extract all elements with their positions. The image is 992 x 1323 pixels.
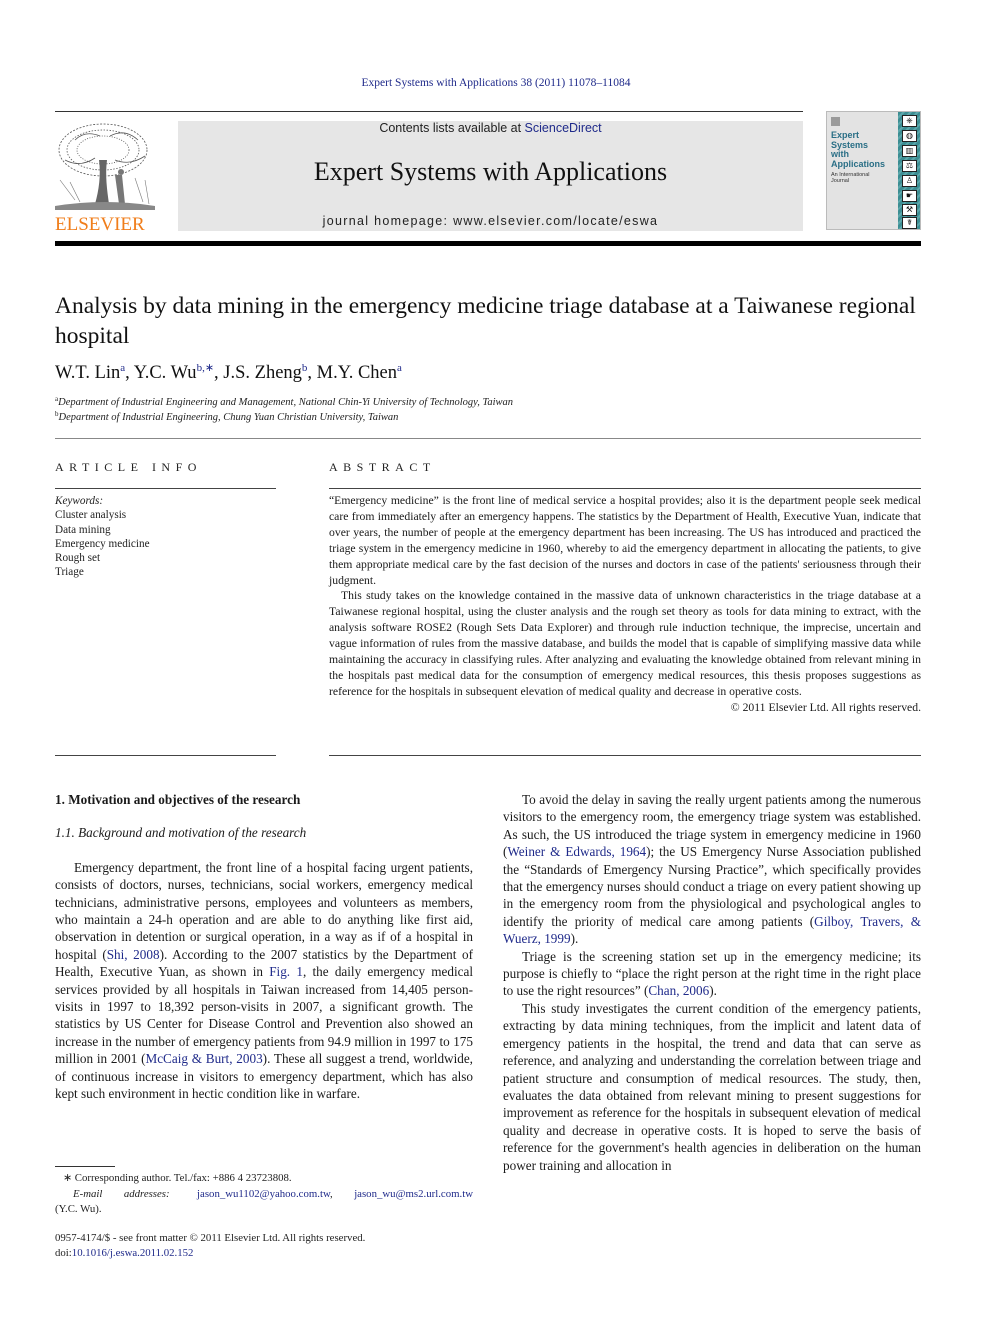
keywords-list: Keywords: Cluster analysis Data mining E… — [55, 494, 150, 580]
affiliation-b: bDepartment of Industrial Engineering, C… — [55, 410, 399, 423]
author[interactable]: Y.C. Wu — [134, 363, 197, 383]
journal-cover-thumbnail[interactable]: Expert Systems with Applications An Inte… — [826, 111, 921, 230]
elsevier-logo[interactable]: ELSEVIER — [55, 120, 155, 235]
body-paragraph: To avoid the delay in saving the really … — [503, 792, 921, 947]
subsection-heading: 1.1. Background and motivation of the re… — [55, 825, 307, 841]
abstract-bottom-rule — [329, 755, 921, 756]
steering-wheel-icon: ⎈ — [902, 115, 917, 127]
author-list: W.T. Lina, Y.C. Wub,∗, J.S. Zhengb, M.Y.… — [55, 362, 402, 383]
author-affiliation-mark[interactable]: a — [397, 362, 402, 374]
footnote-rule — [55, 1166, 115, 1167]
abstract-body: “Emergency medicine” is the front line o… — [329, 493, 921, 716]
abstract-paragraph: This study takes on the knowledge contai… — [329, 589, 921, 698]
article-info-heading: ARTICLE INFO — [55, 460, 202, 474]
article-title: Analysis by data mining in the emergency… — [55, 293, 916, 349]
author[interactable]: W.T. Lin — [55, 363, 120, 383]
tools-icon: ⚒ — [902, 204, 917, 216]
cover-subtitle: An International Journal — [831, 172, 870, 184]
bar-chart-icon: ▥ — [902, 145, 917, 157]
journal-homepage[interactable]: journal homepage: www.elsevier.com/locat… — [178, 214, 803, 228]
section-heading: 1. Motivation and objectives of the rese… — [55, 792, 301, 807]
article-info-bottom-rule — [55, 755, 276, 756]
abstract-copyright: © 2011 Elsevier Ltd. All rights reserved… — [730, 700, 921, 714]
citation-link[interactable]: Weiner & Edwards, 1964 — [507, 844, 646, 859]
body-paragraph: This study investigates the current cond… — [503, 1000, 921, 1173]
abstract-top-rule — [329, 488, 921, 489]
author[interactable]: M.Y. Chen — [317, 363, 397, 383]
cover-publisher-icon — [831, 117, 840, 126]
sciencedirect-link[interactable]: ScienceDirect — [525, 121, 602, 135]
email-addresses: E-mail addresses: jason_wu1102@yahoo.com… — [73, 1187, 473, 1200]
corresponding-author-note: ∗ Corresponding author. Tel./fax: +886 4… — [63, 1172, 292, 1184]
doi-line: doi:10.1016/j.eswa.2011.02.152 — [55, 1246, 194, 1259]
abstract-heading: ABSTRACT — [329, 460, 436, 474]
affiliation-a: aDepartment of Industrial Engineering an… — [55, 395, 513, 408]
header-top-rule — [55, 111, 803, 112]
hand-icon: ☛ — [902, 190, 917, 202]
journal-title: Expert Systems with Applications — [313, 157, 668, 186]
front-matter-footer: 0957-4174/$ - see front matter © 2011 El… — [55, 1231, 365, 1260]
body-right-column: To avoid the delay in saving the really … — [503, 791, 921, 1174]
doi-link[interactable]: 10.1016/j.eswa.2011.02.152 — [72, 1247, 194, 1259]
contents-available-line: Contents lists available at ScienceDirec… — [379, 121, 602, 135]
keyword: Triage — [55, 566, 84, 579]
cover-title: Expert Systems with Applications — [831, 130, 886, 169]
header-bottom-rule — [55, 241, 921, 246]
body-left-column: 1. Motivation and objectives of the rese… — [55, 791, 473, 1103]
microscope-icon: ♙ — [902, 175, 917, 187]
keyword: Data mining — [55, 523, 111, 536]
globe-icon: ◍ — [902, 130, 917, 142]
keyword: Rough set — [55, 552, 101, 565]
elsevier-wordmark: ELSEVIER — [55, 214, 145, 235]
keyword: Cluster analysis — [55, 509, 127, 522]
citation-link[interactable]: McCaig & Burt, 2003 — [145, 1051, 262, 1066]
journal-citation[interactable]: Expert Systems with Applications 38 (201… — [0, 77, 992, 89]
figure-link[interactable]: Fig. 1 — [269, 964, 303, 979]
citation-link[interactable]: Shi, 2008 — [107, 947, 160, 962]
journal-banner: Contents lists available at ScienceDirec… — [178, 121, 803, 231]
cover-decorative-strip: ⎈ ◍ ▥ ⚖ ♙ ☛ ⚒ ☤ — [898, 112, 920, 229]
author[interactable]: J.S. Zheng — [223, 363, 302, 383]
body-paragraph: Emergency department, the front line of … — [55, 859, 474, 1102]
scales-icon: ⚖ — [902, 160, 917, 172]
issn-line: 0957-4174/$ - see front matter © 2011 El… — [55, 1232, 366, 1244]
email-link[interactable]: jason_wu1102@yahoo.com.tw — [197, 1188, 330, 1200]
email-owner: (Y.C. Wu). — [55, 1203, 102, 1215]
affiliation-divider — [55, 438, 921, 439]
author-affiliation-mark[interactable]: b,∗ — [197, 362, 214, 374]
elsevier-tree-icon — [55, 123, 155, 210]
email-link[interactable]: jason_wu@ms2.url.com.tw — [354, 1188, 473, 1200]
abstract-paragraph: “Emergency medicine” is the front line o… — [329, 494, 921, 587]
keywords-label: Keywords: — [55, 495, 104, 507]
footnotes: ∗ Corresponding author. Tel./fax: +886 4… — [55, 1171, 473, 1218]
body-paragraph: Triage is the screening station set up i… — [503, 948, 921, 999]
caduceus-icon: ☤ — [902, 217, 917, 229]
citation-link[interactable]: Chan, 2006 — [648, 983, 709, 998]
keyword: Emergency medicine — [55, 537, 150, 550]
article-info-top-rule — [55, 488, 276, 489]
